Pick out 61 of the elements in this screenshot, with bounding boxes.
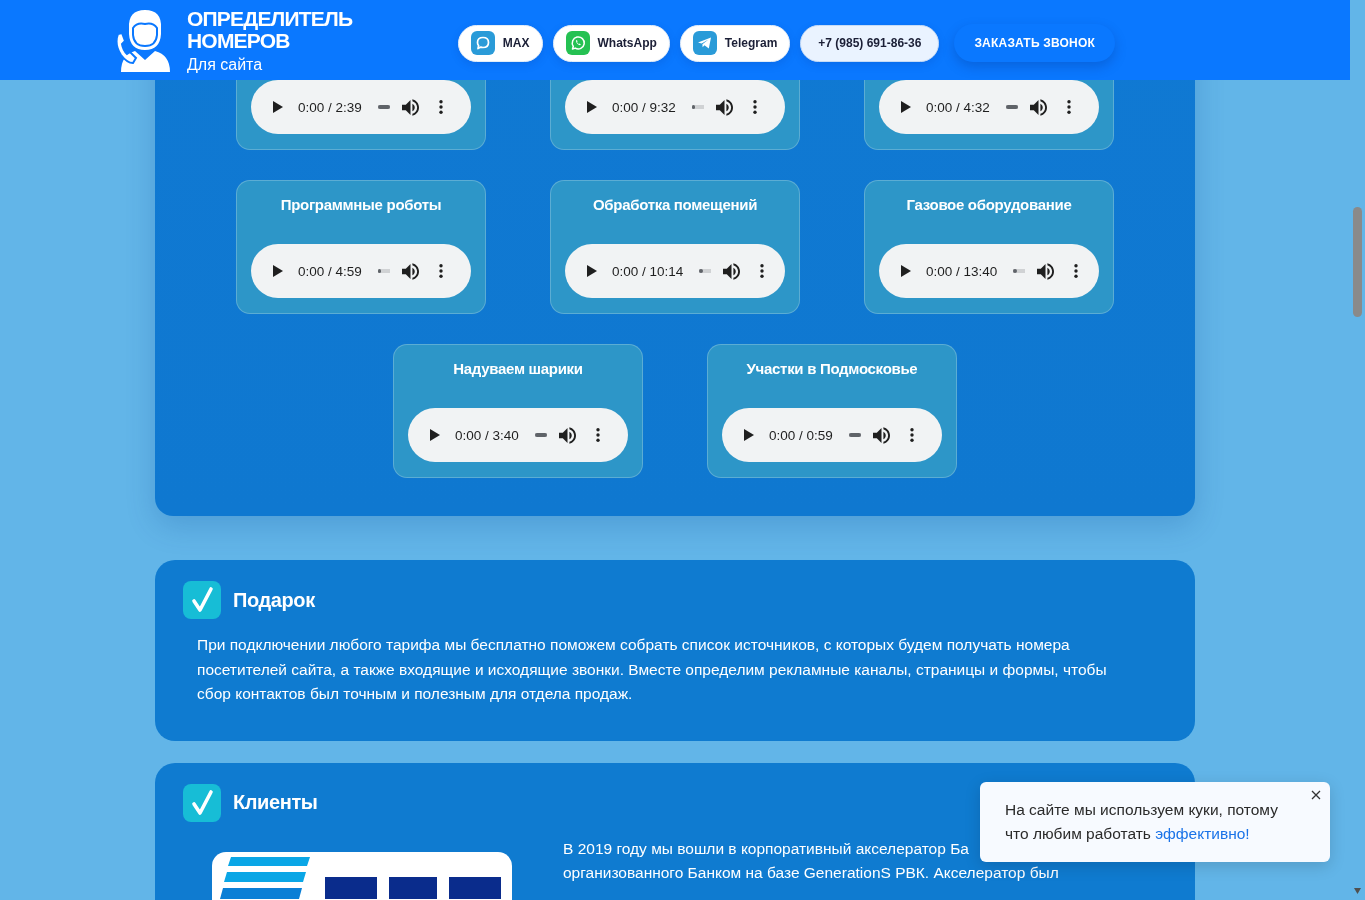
- messenger-button[interactable]: WhatsApp: [552, 24, 670, 62]
- volume-icon[interactable]: [1037, 262, 1055, 280]
- gift-description: При подключении любого тарифа мы бесплатно поможем собрать список источников, с которых будем получать номера посетителей сайта, а также входящие и исходящие звонки. Вместе определим рекламные каналы, страницы и формы, чтобы сбор контактов был точным и полезным для отдела продаж.: [197, 635, 1108, 704]
- messenger-button[interactable]: MAX: [457, 24, 543, 62]
- site-subtitle: Для сайта: [187, 54, 264, 75]
- section-title: Клиенты: [233, 791, 318, 814]
- section-title: Подарок: [233, 588, 315, 612]
- audio-time: 0:00 / 3:40: [455, 427, 519, 443]
- volume-icon[interactable]: [723, 262, 741, 280]
- seek-track[interactable]: [1013, 267, 1026, 275]
- order-call-button[interactable]: ЗАКАЗАТЬ ЗВОНОК: [954, 24, 1115, 62]
- volume-icon[interactable]: [558, 426, 576, 444]
- audio-title: Участки в Подмосковье: [746, 359, 918, 379]
- audio-time: 0:00 / 10:14: [612, 263, 684, 279]
- check-icon: [183, 581, 221, 619]
- messenger-button[interactable]: Telegram: [679, 24, 791, 62]
- audio-title: Надуваем шарики: [453, 359, 583, 379]
- more-options-icon[interactable]: [1066, 100, 1071, 114]
- audio-title: Обработка помещений: [592, 195, 758, 215]
- play-icon[interactable]: [744, 429, 754, 441]
- audio-time: 0:00 / 4:59: [298, 263, 362, 279]
- more-options-icon[interactable]: [438, 264, 443, 278]
- audio-time: 0:00 / 9:32: [612, 99, 676, 115]
- play-icon[interactable]: [901, 101, 911, 113]
- audio-time: 0:00 / 0:59: [769, 427, 833, 443]
- play-icon[interactable]: [587, 101, 597, 113]
- play-icon[interactable]: [273, 265, 283, 277]
- cookie-message: На сайте мы используем куки, потому что любим работать эффективно!: [1005, 800, 1279, 844]
- play-icon[interactable]: [430, 429, 440, 441]
- more-options-icon[interactable]: [595, 428, 600, 442]
- volume-icon[interactable]: [872, 426, 890, 444]
- seek-track[interactable]: [691, 103, 704, 111]
- clients-description: В 2019 году мы вошли в корпоративный акселератор Ба: [563, 838, 969, 859]
- volume-icon[interactable]: [401, 262, 419, 280]
- paper-plane-icon: [692, 31, 717, 55]
- more-options-icon[interactable]: [909, 428, 914, 442]
- check-icon: [183, 783, 221, 822]
- audio-time: 0:00 / 2:39: [298, 99, 362, 115]
- more-options-icon[interactable]: [438, 100, 443, 114]
- play-icon[interactable]: [901, 265, 911, 277]
- phone-bubble-icon: [565, 31, 590, 55]
- more-options-icon[interactable]: [760, 264, 765, 278]
- volume-icon[interactable]: [715, 98, 733, 116]
- volume-icon[interactable]: [1029, 98, 1047, 116]
- chat-bubble-icon: [470, 31, 495, 55]
- more-options-icon[interactable]: [1074, 264, 1079, 278]
- seek-track[interactable]: [377, 267, 390, 275]
- seek-track[interactable]: [699, 267, 712, 275]
- more-options-icon[interactable]: [752, 100, 757, 114]
- audio-title: Газовое оборудование: [906, 195, 1072, 215]
- play-icon[interactable]: [587, 265, 597, 277]
- volume-icon[interactable]: [401, 98, 419, 116]
- phone-button[interactable]: +7 (985) 691-86-36: [800, 24, 940, 62]
- audio-time: 0:00 / 13:40: [926, 263, 998, 279]
- close-icon[interactable]: [1311, 790, 1321, 800]
- audio-time: 0:00 / 4:32: [926, 99, 990, 115]
- play-icon[interactable]: [273, 101, 283, 113]
- cookie-link[interactable]: эффективно!: [1155, 825, 1250, 842]
- clients-description: организованного Банком на базе GenerationS РВК. Акселератор был: [563, 863, 1059, 883]
- audio-title: Программные роботы: [280, 195, 442, 215]
- site-title: ОПРЕДЕЛИТЕЛЬ НОМЕРОВ: [187, 7, 353, 52]
